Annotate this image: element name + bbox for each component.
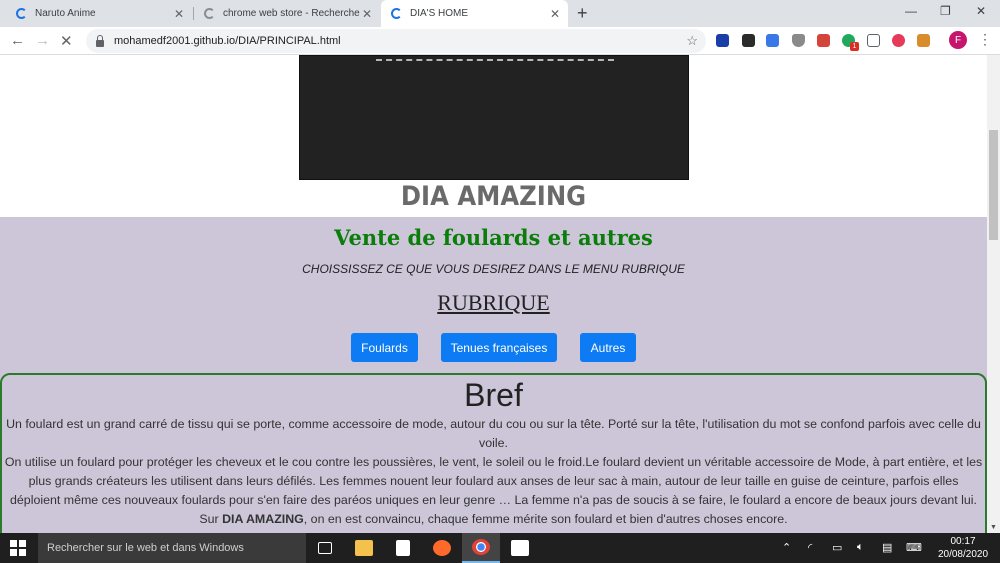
- menu-title: RUBRIQUE: [437, 290, 550, 315]
- tab-title: DIA'S HOME: [410, 8, 469, 19]
- chrome-icon[interactable]: [462, 533, 500, 563]
- bref-paragraph-1: Un foulard est un grand carré de tissu q…: [6, 417, 981, 450]
- tab-title: chrome web store - Recherche G: [223, 8, 363, 19]
- page-scrollbar[interactable]: ▼: [987, 55, 1000, 533]
- tray-chevron-icon[interactable]: ⌃: [782, 541, 791, 554]
- page-viewport: DIA AMAZING Vente de foulards et autres …: [0, 55, 987, 533]
- windows-start-icon[interactable]: [10, 540, 26, 556]
- restore-icon[interactable]: ❐: [940, 4, 951, 18]
- brand-heading: DIA AMAZING: [400, 181, 587, 212]
- shield-extension-icon[interactable]: [792, 34, 805, 47]
- loading-icon: [391, 8, 402, 19]
- loading-icon: [204, 8, 215, 19]
- extension-icon[interactable]: [742, 34, 755, 47]
- instruction-text: CHOISSISSEZ CE QUE VOUS DESIREZ DANS LE …: [302, 262, 685, 276]
- tab-chrome-web-store[interactable]: chrome web store - Recherche G ✕: [194, 0, 380, 27]
- bref-brand-bold: DIA AMAZING: [222, 512, 304, 526]
- bref-text: , on en est convaincu, chaque femme méri…: [303, 512, 788, 526]
- video-progress-line: [376, 59, 614, 61]
- bref-paragraph-2: On utilise un foulard pour protéger les …: [2, 453, 985, 529]
- battery-icon[interactable]: ▭: [832, 541, 842, 554]
- taskbar-search[interactable]: Rechercher sur le web et dans Windows: [38, 533, 306, 563]
- tab-dias-home[interactable]: DIA'S HOME ✕: [381, 0, 568, 27]
- store-icon[interactable]: [384, 533, 422, 563]
- keyboard-icon[interactable]: ⌨: [906, 541, 922, 554]
- autres-button[interactable]: Autres: [580, 333, 636, 362]
- extension-icon[interactable]: [917, 34, 930, 47]
- foulards-button[interactable]: Foulards: [351, 333, 418, 362]
- bref-title: Bref: [464, 377, 523, 413]
- bookmark-star-icon[interactable]: ☆: [686, 33, 698, 49]
- close-icon[interactable]: ✕: [174, 7, 184, 21]
- home-extension-icon[interactable]: [867, 34, 880, 47]
- profile-avatar[interactable]: F: [949, 31, 967, 49]
- notifications-icon[interactable]: ▤: [882, 541, 892, 554]
- translate-extension-icon[interactable]: [766, 34, 779, 47]
- url-text: mohamedf2001.github.io/DIA/PRINCIPAL.htm…: [114, 35, 341, 47]
- tab-naruto[interactable]: Naruto Anime ✕: [6, 0, 192, 27]
- new-tab-icon[interactable]: +: [577, 3, 588, 24]
- wifi-icon[interactable]: ◜: [808, 541, 812, 554]
- minimize-icon[interactable]: —: [905, 4, 917, 18]
- browser-toolbar: ← → ✕ mohamedf2001.github.io/DIA/PRINCIP…: [0, 27, 1000, 55]
- tenues-francaises-button[interactable]: Tenues françaises: [441, 333, 557, 362]
- clock-time: 00:17: [950, 536, 976, 547]
- lock-icon[interactable]: [96, 34, 104, 47]
- address-bar[interactable]: mohamedf2001.github.io/DIA/PRINCIPAL.htm…: [86, 29, 706, 53]
- task-view-icon[interactable]: [306, 533, 344, 563]
- firefox-icon[interactable]: [423, 533, 461, 563]
- bref-card: Bref Un foulard est un grand carré de ti…: [0, 373, 987, 533]
- stop-loading-icon[interactable]: ✕: [60, 32, 73, 50]
- windows-taskbar: Rechercher sur le web et dans Windows ⌃ …: [0, 533, 1000, 563]
- back-arrow-icon[interactable]: ←: [10, 32, 25, 49]
- close-icon[interactable]: ✕: [550, 7, 560, 21]
- extension-icon[interactable]: [817, 34, 830, 47]
- tab-title: Naruto Anime: [35, 8, 96, 19]
- tab-strip: Naruto Anime ✕ chrome web store - Recher…: [0, 0, 1000, 27]
- taskbar-clock[interactable]: 00:17 20/08/2020: [932, 535, 994, 561]
- extension-badge: 1: [850, 42, 859, 51]
- tagline-heading: Vente de foulards et autres: [334, 225, 653, 250]
- extension-icon[interactable]: [716, 34, 729, 47]
- loading-icon: [16, 8, 27, 19]
- volume-icon[interactable]: 🔈︎: [857, 541, 864, 554]
- main-section: Vente de foulards et autres CHOISSISSEZ …: [0, 217, 987, 533]
- movies-app-icon[interactable]: [501, 533, 539, 563]
- file-explorer-icon[interactable]: [345, 533, 383, 563]
- extension-icon[interactable]: [892, 34, 905, 47]
- video-player[interactable]: [299, 55, 689, 180]
- close-window-icon[interactable]: ✕: [976, 4, 986, 18]
- clock-date: 20/08/2020: [937, 549, 989, 560]
- close-icon[interactable]: ✕: [362, 7, 372, 21]
- scrollbar-thumb[interactable]: [989, 130, 998, 240]
- forward-arrow-icon[interactable]: →: [35, 32, 50, 49]
- scroll-down-arrow-icon[interactable]: ▼: [990, 524, 997, 531]
- more-menu-icon[interactable]: ⋮: [978, 31, 992, 48]
